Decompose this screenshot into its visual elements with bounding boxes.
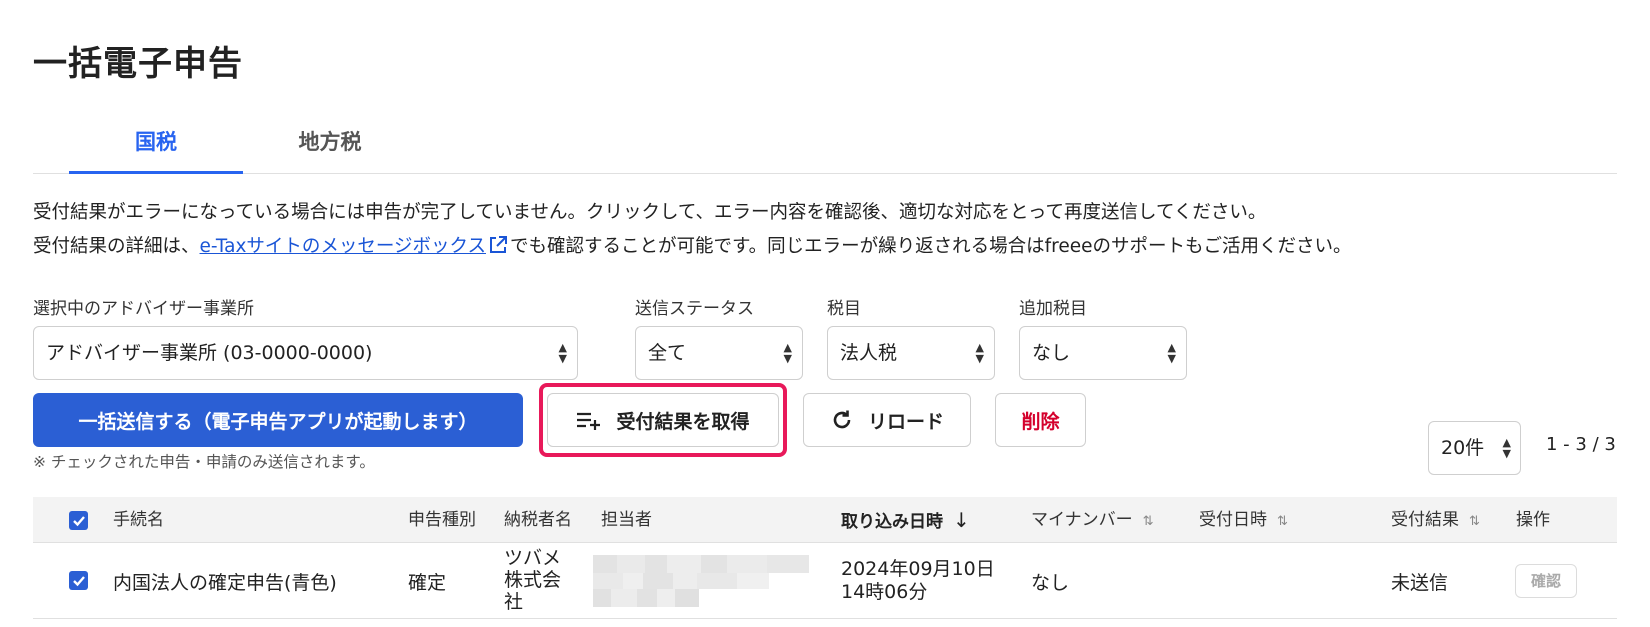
table-row[interactable]: 内国法人の確定申告(青色) 確定 ツバメ 株式会 社 2024年09月10日 1… (33, 543, 1617, 619)
fetch-results-button[interactable]: 受付結果を取得 (547, 393, 779, 447)
send-note: ※ チェックされた申告・申請のみ送信されます。 (33, 453, 375, 471)
tab-local-tax[interactable]: 地方税 (243, 122, 417, 174)
cell-type: 確定 (408, 572, 447, 594)
bulk-send-button[interactable]: 一括送信する（電子申告アプリが起動します） (33, 393, 523, 447)
office-select[interactable]: アドバイザー事業所 (03-0000-0000) ▲ ▼ (33, 326, 578, 380)
reload-icon (833, 410, 851, 429)
th-result[interactable]: 受付結果 ⇅ (1391, 497, 1480, 543)
per-page-select[interactable]: 20件 ▲ ▼ (1428, 421, 1521, 475)
cell-my-number: なし (1031, 572, 1070, 594)
page-title: 一括電子申告 (33, 44, 243, 84)
table-header: 手続名 申告種別 納税者名 担当者 取り込み日時 ↓ マイナンバー ⇅ 受付日時 ⇅ … (33, 497, 1617, 543)
page-range: 1 - 3 / 3 (1546, 434, 1616, 455)
tab-national-tax[interactable]: 国税 (69, 122, 243, 174)
sort-desc-icon: ↓ (953, 508, 970, 532)
select-all-checkbox[interactable] (69, 511, 88, 530)
confirm-button[interactable]: 確認 (1515, 564, 1577, 598)
reload-button[interactable]: リロード (803, 393, 971, 447)
th-received-at[interactable]: 受付日時 ⇅ (1199, 497, 1288, 543)
th-imported-at[interactable]: 取り込み日時 ↓ (841, 497, 970, 543)
tax-select[interactable]: 法人税 ▲ ▼ (827, 326, 995, 380)
select-arrows-icon: ▲ ▼ (558, 341, 567, 365)
list-add-icon (577, 412, 601, 430)
status-select-label: 送信ステータス (635, 299, 754, 319)
notice-line-2: 受付結果の詳細は、e-Taxサイトのメッセージボックス でも確認することが可能です… (33, 230, 1352, 267)
extra-tax-select[interactable]: なし ▲ ▼ (1019, 326, 1187, 380)
etax-messagebox-link[interactable]: e-Taxサイトのメッセージボックス (200, 236, 486, 257)
row-checkbox[interactable] (69, 571, 88, 590)
th-taxpayer: 納税者名 (504, 510, 572, 530)
cell-result: 未送信 (1391, 572, 1449, 594)
sort-icon: ⇅ (1469, 514, 1480, 529)
check-icon (72, 575, 85, 586)
office-select-label: 選択中のアドバイザー事業所 (33, 299, 254, 319)
notice-text: 受付結果がエラーになっている場合には申告が完了していません。クリックして、エラー… (33, 196, 1352, 267)
select-arrows-icon: ▲ ▼ (1167, 341, 1176, 365)
select-arrows-icon: ▲ ▼ (975, 341, 984, 365)
check-icon (72, 515, 85, 526)
external-link-icon[interactable] (488, 233, 508, 267)
notice-line-1: 受付結果がエラーになっている場合には申告が完了していません。クリックして、エラー… (33, 202, 1267, 223)
assignee-redacted (593, 555, 809, 607)
cell-taxpayer: ツバメ 株式会 社 (504, 547, 562, 613)
sort-icon: ⇅ (1277, 514, 1288, 529)
th-procedure: 手続名 (113, 510, 164, 530)
status-select[interactable]: 全て ▲ ▼ (635, 326, 803, 380)
th-my-number[interactable]: マイナンバー ⇅ (1031, 497, 1154, 543)
tax-select-label: 税目 (827, 299, 861, 319)
sort-icon: ⇅ (1142, 514, 1154, 529)
extra-tax-select-label: 追加税目 (1019, 299, 1087, 319)
th-operation: 操作 (1516, 510, 1550, 530)
select-arrows-icon: ▲ ▼ (1502, 436, 1511, 460)
cell-imported-at: 2024年09月10日 14時06分 (841, 558, 995, 603)
cell-procedure: 内国法人の確定申告(青色) (113, 572, 337, 594)
select-arrows-icon: ▲ ▼ (783, 341, 792, 365)
tab-bar: 国税 地方税 (33, 122, 1617, 174)
th-assignee: 担当者 (601, 510, 652, 530)
th-type: 申告種別 (408, 510, 476, 530)
delete-button[interactable]: 削除 (995, 393, 1086, 447)
